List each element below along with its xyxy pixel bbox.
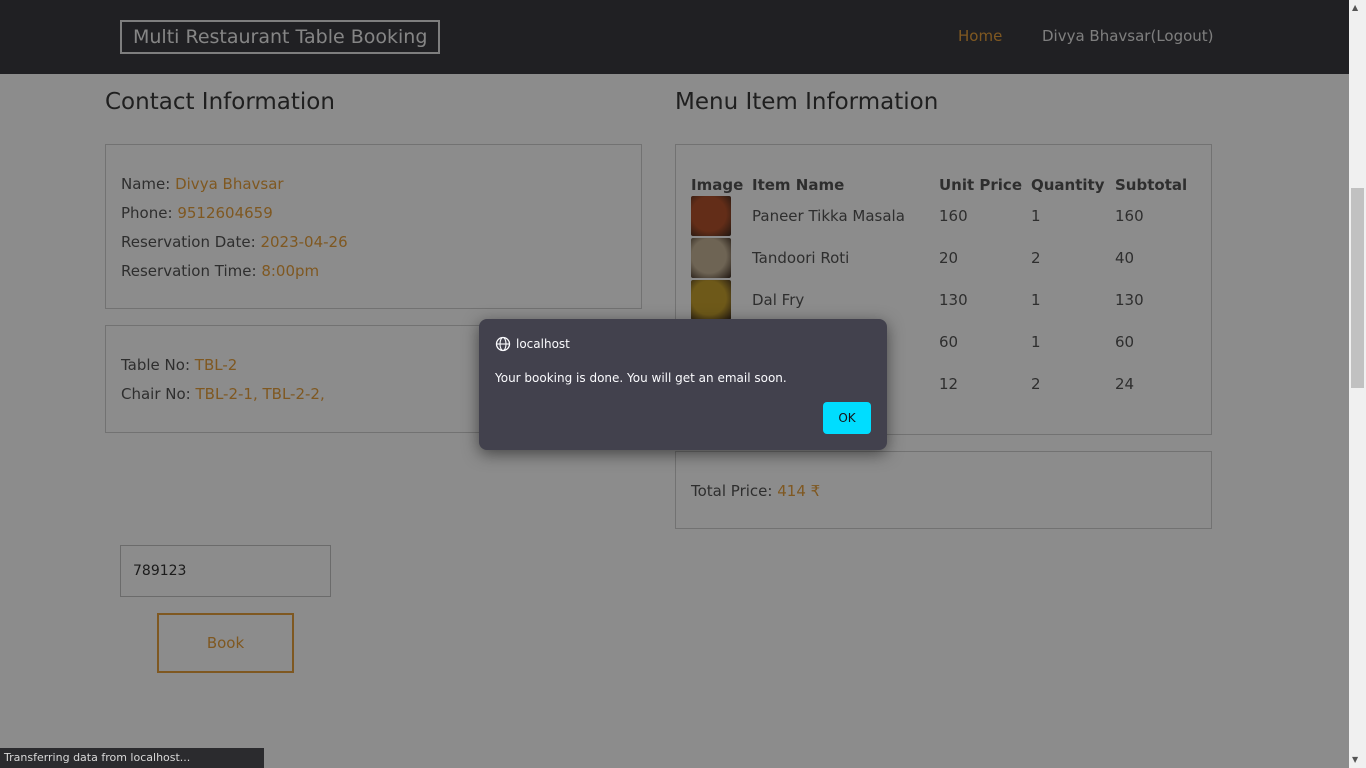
scrollbar-thumb[interactable] [1351, 188, 1364, 388]
browser-status-bar: Transferring data from localhost... [0, 748, 264, 768]
dialog-origin: localhost [495, 336, 570, 352]
alert-dialog: localhost Your booking is done. You will… [479, 319, 887, 450]
dialog-message: Your booking is done. You will get an em… [495, 371, 787, 385]
dialog-origin-label: localhost [516, 337, 570, 351]
scroll-up-arrow-icon[interactable]: ▲ [1352, 3, 1358, 12]
scroll-down-arrow-icon[interactable]: ▼ [1352, 755, 1358, 764]
dialog-ok-button[interactable]: OK [823, 402, 871, 434]
globe-icon [495, 336, 511, 352]
